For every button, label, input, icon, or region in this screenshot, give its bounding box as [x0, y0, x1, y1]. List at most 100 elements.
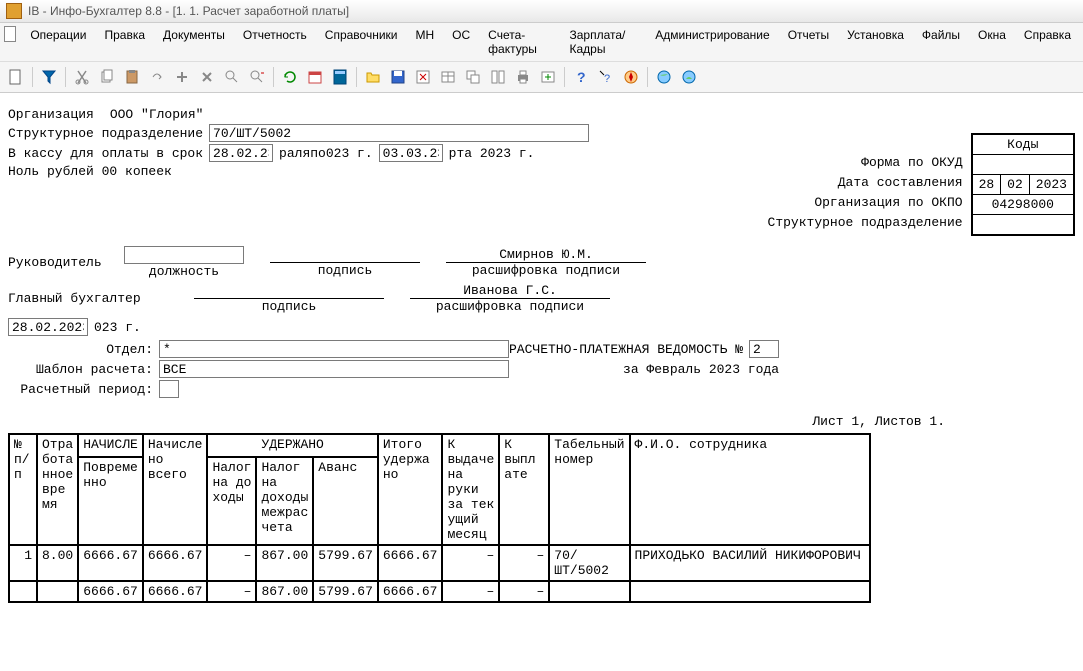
subdiv-code-cell: [972, 215, 1074, 236]
payroll-table: № п/п Отра бота нное вре мя НАЧИСЛЕ Начи…: [8, 433, 871, 603]
tpl-input[interactable]: [159, 360, 509, 378]
tb-search[interactable]: [220, 65, 244, 89]
menu-reports[interactable]: Отчетность: [235, 26, 315, 58]
chief-label: Главный бухгалтер: [8, 291, 148, 306]
tb-compass[interactable]: [619, 65, 643, 89]
tb-date[interactable]: [303, 65, 327, 89]
th-pay: К выпл ате: [499, 434, 549, 545]
date-comp-label: Дата составления: [768, 173, 963, 193]
subdiv-code-label: Структурное подразделение: [768, 213, 963, 233]
org-name: ООО "Глория": [110, 107, 204, 122]
menu-invoices[interactable]: Счета-фактуры: [480, 26, 559, 58]
tb-next[interactable]: [245, 65, 269, 89]
window-title: IB - Инфо-Бухгалтер 8.8 - [1. 1. Расчет …: [28, 4, 349, 18]
head-label: Руководитель: [8, 255, 118, 270]
chief-name: Иванова Г.С.: [410, 283, 610, 299]
table-row[interactable]: 1 8.00 6666.67 6666.67 – 867.00 5799.67 …: [9, 545, 870, 581]
th-advance: Аванс: [313, 457, 378, 545]
period-input[interactable]: [159, 380, 179, 398]
date-mm: 02: [1001, 175, 1030, 195]
th-hourly: Поврeме нно: [78, 457, 143, 545]
app-icon: [6, 3, 22, 19]
th-withheld: УДЕРЖАНО: [207, 434, 377, 457]
menu-directories[interactable]: Справочники: [317, 26, 406, 58]
th-tax1: Налог на до ходы: [207, 457, 256, 545]
cash-date1[interactable]: [209, 144, 273, 162]
sign-sub: подпись: [270, 263, 420, 278]
date-yy: 2023: [1029, 175, 1074, 195]
codes-header: Коды: [972, 134, 1074, 155]
period-label: Расчетный период:: [8, 382, 153, 397]
tb-open[interactable]: [361, 65, 385, 89]
chief-sign: [194, 283, 384, 299]
tb-cascade[interactable]: [461, 65, 485, 89]
th-npp: № п/п: [9, 434, 37, 545]
menu-mn[interactable]: МН: [407, 26, 442, 58]
tb-globe1[interactable]: [652, 65, 676, 89]
th-accrual-total: Начисле но всего: [143, 434, 208, 545]
th-worked: Отра бота нное вре мя: [37, 434, 78, 545]
tpl-label: Шаблон расчета:: [8, 362, 153, 377]
doc-num-input[interactable]: [749, 340, 779, 358]
okpo-cell: 04298000: [972, 195, 1074, 215]
tb-close-win[interactable]: [411, 65, 435, 89]
menu-operations[interactable]: Операции: [22, 26, 94, 58]
menu-windows[interactable]: Окна: [970, 26, 1014, 58]
menu-files[interactable]: Файлы: [914, 26, 968, 58]
zero-text: Ноль pублей 00 копеек: [8, 164, 172, 179]
org-label: Организация: [8, 107, 94, 122]
date-dd: 28: [972, 175, 1001, 195]
tb-refresh[interactable]: [278, 65, 302, 89]
tb-help[interactable]: ?: [569, 65, 593, 89]
tb-export[interactable]: [536, 65, 560, 89]
tb-redo[interactable]: [145, 65, 169, 89]
svg-text:?: ?: [577, 69, 586, 85]
cash-date2[interactable]: [379, 144, 443, 162]
tb-filter[interactable]: [37, 65, 61, 89]
tb-paste[interactable]: [120, 65, 144, 89]
tb-save[interactable]: [386, 65, 410, 89]
menu-admin[interactable]: Администрирование: [647, 26, 777, 58]
doc-date-input[interactable]: [8, 318, 88, 336]
form-okud-label: Форма по ОКУД: [768, 153, 963, 173]
document-icon[interactable]: [4, 26, 16, 42]
subdiv-label: Структурное подразделение: [8, 126, 203, 141]
tb-context-help[interactable]: ?: [594, 65, 618, 89]
th-issue: К выдаче на руки за тек ущий месяц: [442, 434, 499, 545]
menu-os[interactable]: ОС: [444, 26, 478, 58]
tb-tables[interactable]: [436, 65, 460, 89]
th-tax2: Налог на доходы межрас чета: [256, 457, 313, 545]
tb-add[interactable]: [170, 65, 194, 89]
tb-print[interactable]: [511, 65, 535, 89]
subdiv-input[interactable]: [209, 124, 589, 142]
chief-sign-sub: подпись: [194, 299, 384, 314]
head-position-input[interactable]: [124, 246, 244, 264]
menu-reports2[interactable]: Отчеты: [780, 26, 837, 58]
th-accrual: НАЧИСЛЕ: [78, 434, 143, 457]
dept-input[interactable]: [159, 340, 509, 358]
tb-globe2[interactable]: [677, 65, 701, 89]
menu-edit[interactable]: Правка: [96, 26, 153, 58]
tb-tile[interactable]: [486, 65, 510, 89]
head-sign: [270, 247, 420, 263]
menu-payroll[interactable]: Зарплата/Кадры: [561, 26, 645, 58]
doc-period: за Февраль 2023 года: [509, 362, 779, 377]
cash-mid1: раляпо023 г.: [279, 146, 373, 161]
tb-copy[interactable]: [95, 65, 119, 89]
menu-documents[interactable]: Документы: [155, 26, 233, 58]
tb-document[interactable]: [4, 65, 28, 89]
doc-date-tail: 023 г.: [94, 320, 141, 335]
codes-table: Коды 28 02 2023 04298000: [971, 133, 1075, 236]
cash-mid2: рта 2023 г.: [449, 146, 535, 161]
th-tabno: Табельный номер: [549, 434, 629, 545]
th-wtotal: Итого удержа но: [378, 434, 443, 545]
position-sub: должность: [124, 264, 244, 279]
menu-install[interactable]: Установка: [839, 26, 912, 58]
okud-cell: [972, 155, 1074, 175]
tb-delete[interactable]: [195, 65, 219, 89]
tb-calc[interactable]: [328, 65, 352, 89]
tb-cut[interactable]: [70, 65, 94, 89]
head-name: Смирнов Ю.М.: [446, 247, 646, 263]
chief-decode-sub: расшифровка подписи: [410, 299, 610, 314]
menu-help[interactable]: Справка: [1016, 26, 1079, 58]
